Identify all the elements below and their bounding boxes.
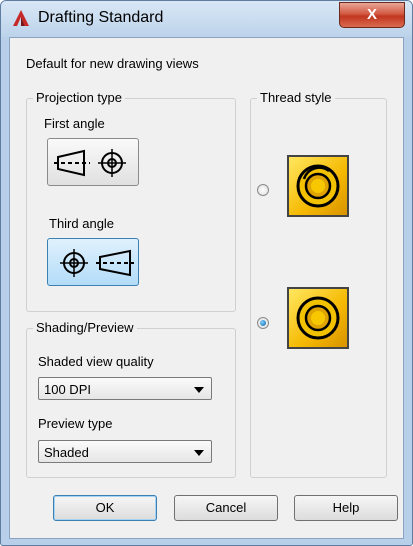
first-angle-label: First angle (44, 116, 105, 131)
title-bar[interactable]: Drafting Standard X (1, 1, 412, 37)
help-button[interactable]: Help (294, 495, 398, 521)
thread-style-1-image[interactable] (287, 155, 349, 217)
dialog-content: Default for new drawing views Projection… (9, 37, 404, 539)
dialog-window: Drafting Standard X Default for new draw… (0, 0, 413, 546)
first-angle-icon (54, 149, 126, 177)
chevron-down-icon (194, 450, 204, 456)
third-angle-icon (60, 249, 134, 277)
shaded-view-quality-select[interactable]: 100 DPI (38, 377, 212, 400)
thread-style-2-image[interactable] (287, 287, 349, 349)
cancel-button[interactable]: Cancel (174, 495, 278, 521)
app-logo-icon (13, 10, 29, 26)
close-icon: X (366, 6, 377, 23)
projection-type-title: Projection type (33, 90, 125, 105)
thread-style-2-radio[interactable] (257, 317, 269, 329)
thread-style-1-icon (296, 164, 340, 208)
shaded-view-quality-label: Shaded view quality (38, 354, 154, 369)
shading-preview-title: Shading/Preview (33, 320, 137, 335)
close-button[interactable]: X (339, 2, 405, 28)
preview-type-label: Preview type (38, 416, 113, 431)
default-views-label: Default for new drawing views (26, 56, 199, 71)
third-angle-label: Third angle (49, 216, 115, 231)
shaded-view-quality-value: 100 DPI (44, 382, 91, 397)
preview-type-select[interactable]: Shaded (38, 440, 212, 463)
ok-button[interactable]: OK (53, 495, 157, 521)
third-angle-button[interactable] (47, 238, 139, 286)
projection-type-group: Projection type First angle Third angle (26, 90, 236, 312)
thread-style-1-radio[interactable] (257, 184, 269, 196)
shading-preview-group: Shading/Preview Shaded view quality 100 … (26, 320, 236, 478)
chevron-down-icon (194, 387, 204, 393)
preview-type-value: Shaded (44, 445, 89, 460)
window-title: Drafting Standard (38, 9, 164, 26)
first-angle-button[interactable] (47, 138, 139, 186)
thread-style-2-icon (296, 296, 340, 340)
thread-style-group: Thread style (250, 90, 387, 478)
thread-style-title: Thread style (257, 90, 335, 105)
